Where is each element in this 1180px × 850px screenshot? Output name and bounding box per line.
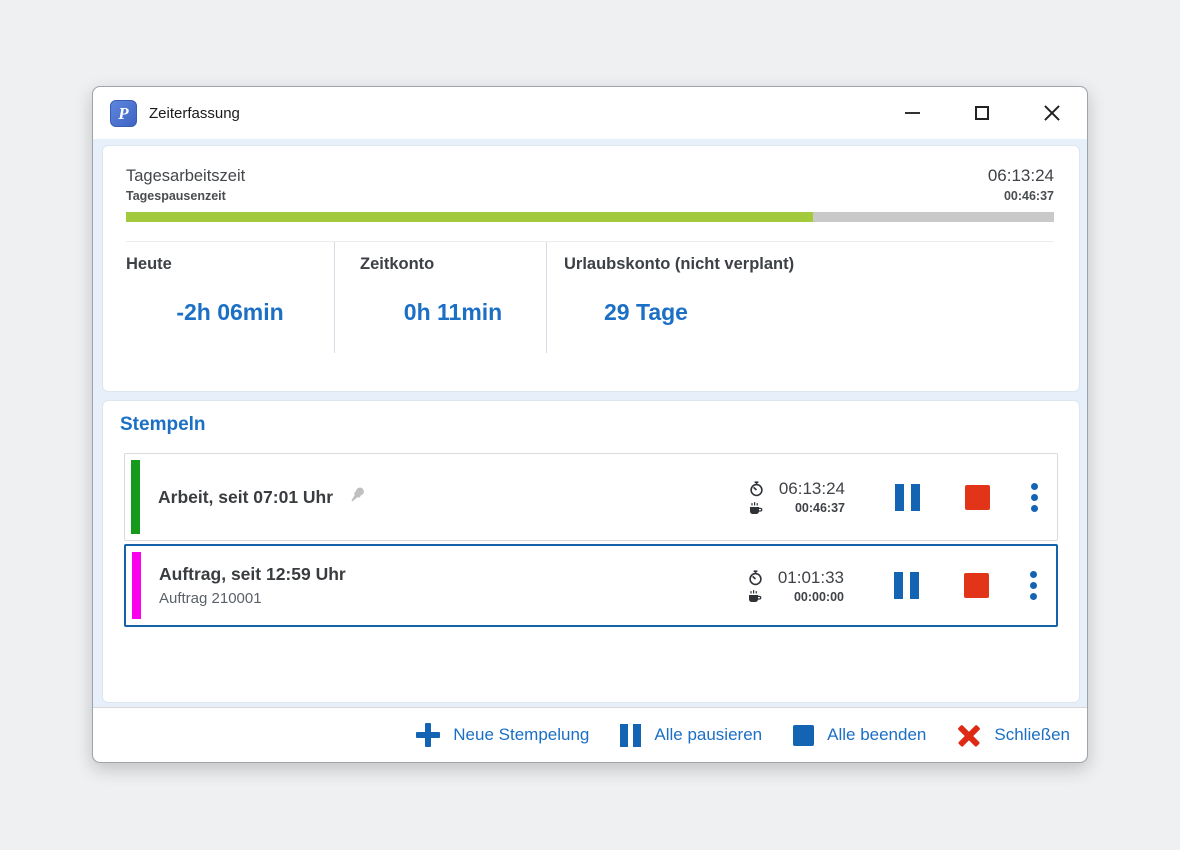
close-app-button[interactable]: Schließen [957, 723, 1070, 747]
stat-value: 0h 11min [360, 299, 546, 326]
stamp-pause-time: 00:46:37 [767, 501, 845, 515]
pause-icon [895, 484, 904, 511]
stop-stamp-button[interactable] [965, 485, 990, 510]
stamp-subtitle: Auftrag 210001 [159, 590, 346, 607]
maximize-button[interactable] [947, 87, 1017, 139]
minimize-icon [905, 112, 920, 114]
stempeln-panel: Stempeln Arbeit, seit 07:01 Uhr [102, 400, 1080, 703]
pin-icon [347, 485, 367, 510]
pause-all-button[interactable]: Alle pausieren [620, 724, 762, 747]
close-app-label: Schließen [994, 725, 1070, 745]
coffee-icon [749, 502, 767, 515]
stamp-rows: Arbeit, seit 07:01 Uhr [124, 453, 1058, 627]
app-window: P Zeiterfassung Tagesarbeitszeit 06:13:2… [92, 86, 1088, 763]
summary-panel: Tagesarbeitszeit 06:13:24 Tagespausenzei… [102, 145, 1080, 392]
progress-fill [126, 212, 813, 222]
work-time-value: 06:13:24 [988, 166, 1054, 186]
new-stamp-button[interactable]: Neue Stempelung [416, 723, 589, 747]
pause-all-icon [620, 724, 641, 747]
pause-stamp-button[interactable] [895, 484, 920, 511]
plus-icon [416, 723, 440, 747]
titlebar: P Zeiterfassung [93, 87, 1087, 139]
pause-icon [894, 572, 903, 599]
close-button[interactable] [1017, 87, 1087, 139]
stat-value: 29 Tage [564, 299, 1054, 326]
stat-zeitkonto: Zeitkonto 0h 11min [335, 242, 547, 353]
app-logo-icon: P [110, 100, 137, 127]
stat-label: Urlaubskonto (nicht verplant) [564, 255, 1054, 274]
stat-heute: Heute -2h 06min [126, 242, 335, 353]
stamp-timer: 01:01:33 [766, 568, 844, 588]
kebab-icon [1031, 483, 1038, 490]
pause-time-value: 00:46:37 [1004, 189, 1054, 203]
close-icon [1043, 104, 1061, 122]
stopwatch-icon [749, 481, 767, 497]
stamp-pause-time: 00:00:00 [766, 590, 844, 604]
bottom-toolbar: Neue Stempelung Alle pausieren Alle been… [93, 707, 1087, 762]
minimize-button[interactable] [877, 87, 947, 139]
stopwatch-icon [748, 570, 766, 586]
row-menu-button[interactable] [1030, 571, 1037, 600]
end-all-label: Alle beenden [827, 725, 926, 745]
work-time-label: Tagesarbeitszeit [126, 167, 245, 186]
stamp-timer: 06:13:24 [767, 479, 845, 499]
stats-row: Heute -2h 06min Zeitkonto 0h 11min Urlau… [126, 242, 1054, 371]
worktime-progressbar [126, 212, 1054, 222]
stamp-title: Arbeit, seit 07:01 Uhr [158, 487, 333, 508]
activity-color-bar [132, 552, 141, 619]
stempeln-title: Stempeln [103, 401, 1079, 436]
stamp-row-arbeit[interactable]: Arbeit, seit 07:01 Uhr [124, 453, 1058, 541]
close-x-icon [957, 723, 981, 747]
stat-urlaubskonto: Urlaubskonto (nicht verplant) 29 Tage [547, 242, 1054, 353]
window-title: Zeiterfassung [149, 105, 240, 122]
stop-stamp-button[interactable] [964, 573, 989, 598]
stat-label: Zeitkonto [360, 255, 546, 274]
row-menu-button[interactable] [1031, 483, 1038, 512]
end-all-button[interactable]: Alle beenden [793, 725, 926, 746]
new-stamp-label: Neue Stempelung [453, 725, 589, 745]
pause-all-label: Alle pausieren [654, 725, 762, 745]
maximize-icon [975, 106, 989, 120]
stat-value: -2h 06min [126, 299, 334, 326]
stat-label: Heute [126, 255, 334, 274]
stop-all-icon [793, 725, 814, 746]
stamp-row-auftrag[interactable]: Auftrag, seit 12:59 Uhr Auftrag 210001 0… [124, 544, 1058, 627]
pause-time-label: Tagespausenzeit [126, 189, 226, 203]
kebab-icon [1030, 571, 1037, 578]
stamp-title: Auftrag, seit 12:59 Uhr [159, 564, 346, 585]
coffee-icon [748, 590, 766, 603]
activity-color-bar [131, 460, 140, 534]
window-controls [877, 87, 1087, 139]
pause-stamp-button[interactable] [894, 572, 919, 599]
